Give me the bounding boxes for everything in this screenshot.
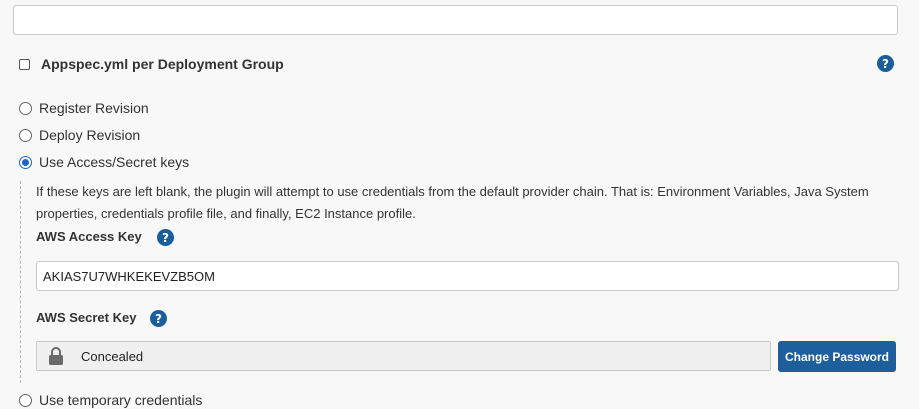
secret-key-label-row: AWS Secret Key (36, 310, 136, 325)
radio-register-revision-row[interactable]: Register Revision (19, 100, 149, 116)
radio-temporary-credentials[interactable] (19, 393, 32, 407)
lock-icon (42, 341, 70, 371)
secret-key-concealed-field: Concealed (36, 341, 771, 371)
appspec-help-icon[interactable]: ? (877, 55, 894, 72)
access-key-label: AWS Access Key (36, 229, 142, 244)
radio-access-secret-keys-label: Use Access/Secret keys (39, 154, 190, 170)
radio-register-revision[interactable] (19, 101, 32, 115)
appspec-checkbox[interactable] (19, 58, 30, 70)
radio-deploy-revision-label: Deploy Revision (39, 127, 141, 143)
secret-key-concealed-text: Concealed (81, 348, 144, 364)
appspec-label: Appspec.yml per Deployment Group (41, 56, 284, 72)
radio-access-secret-keys[interactable] (19, 155, 32, 169)
appspec-checkbox-row[interactable]: Appspec.yml per Deployment Group (19, 56, 284, 72)
secret-key-label: AWS Secret Key (36, 310, 137, 325)
access-key-label-row: AWS Access Key (36, 229, 142, 244)
keys-description: If these keys are left blank, the plugin… (36, 184, 869, 221)
aws-codedeploy-settings-panel: Appspec.yml per Deployment Group ? Regis… (0, 0, 919, 409)
radio-deploy-revision[interactable] (19, 128, 32, 142)
change-password-button[interactable]: Change Password (778, 341, 896, 372)
nested-section-guide (20, 181, 21, 383)
access-key-input[interactable]: AKIAS7U7WHKEKEVZB5OM (36, 261, 899, 291)
radio-deploy-revision-row[interactable]: Deploy Revision (19, 127, 140, 143)
radio-access-secret-keys-row[interactable]: Use Access/Secret keys (19, 154, 189, 170)
access-key-help-icon[interactable]: ? (157, 229, 174, 246)
secret-key-help-icon[interactable]: ? (150, 310, 167, 327)
radio-register-revision-label: Register Revision (39, 100, 149, 116)
top-text-field[interactable] (13, 5, 898, 35)
radio-temporary-credentials-label: Use temporary credentials (39, 392, 203, 408)
radio-temporary-credentials-row[interactable]: Use temporary credentials (19, 392, 202, 408)
